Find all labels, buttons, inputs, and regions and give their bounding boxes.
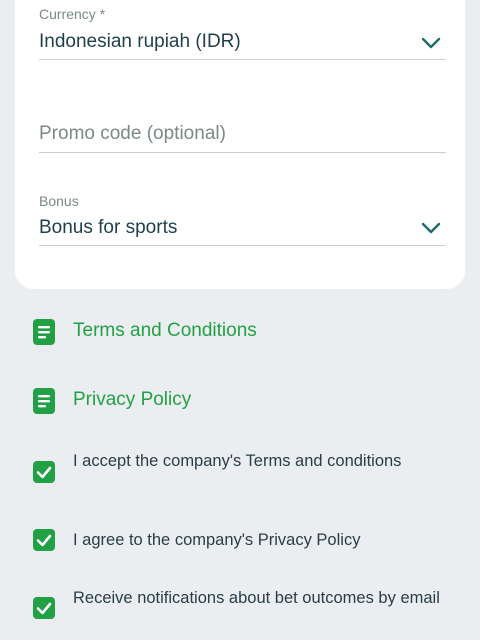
email-notifications-label: Receive notifications about bet outcomes… bbox=[73, 589, 440, 607]
currency-label: Currency * bbox=[39, 6, 106, 22]
chevron-down-icon[interactable] bbox=[421, 222, 441, 234]
agree-privacy-checkbox[interactable] bbox=[33, 529, 55, 551]
agree-privacy-checkbox-row[interactable]: I agree to the company's Privacy Policy bbox=[33, 529, 453, 551]
email-notifications-checkbox-row[interactable]: Receive notifications about bet outcomes… bbox=[33, 587, 453, 631]
bonus-label: Bonus bbox=[39, 193, 79, 209]
currency-value: Indonesian rupiah (IDR) bbox=[39, 31, 241, 52]
terms-link-label[interactable]: Terms and Conditions bbox=[73, 320, 257, 342]
chevron-down-icon[interactable] bbox=[421, 37, 441, 49]
accept-terms-checkbox-row[interactable]: I accept the company's Terms and conditi… bbox=[33, 450, 453, 494]
checkmark-icon bbox=[36, 466, 52, 479]
promo-code-field[interactable]: Promo code (optional) bbox=[39, 115, 446, 153]
document-icon bbox=[33, 319, 55, 345]
agree-privacy-label: I agree to the company's Privacy Policy bbox=[73, 531, 361, 549]
promo-code-placeholder: Promo code (optional) bbox=[39, 123, 226, 144]
document-icon bbox=[33, 388, 55, 414]
checkmark-icon bbox=[36, 534, 52, 547]
accept-terms-checkbox[interactable] bbox=[33, 461, 55, 483]
terms-link[interactable]: Terms and Conditions bbox=[33, 318, 453, 346]
checkmark-icon bbox=[36, 602, 52, 615]
currency-select[interactable]: Currency * Indonesian rupiah (IDR) bbox=[39, 2, 446, 60]
privacy-link-label[interactable]: Privacy Policy bbox=[73, 389, 191, 411]
privacy-link[interactable]: Privacy Policy bbox=[33, 387, 453, 415]
bonus-value: Bonus for sports bbox=[39, 217, 178, 238]
email-notifications-checkbox[interactable] bbox=[33, 597, 55, 619]
accept-terms-label: I accept the company's Terms and conditi… bbox=[73, 452, 402, 470]
bonus-select[interactable]: Bonus Bonus for sports bbox=[39, 188, 446, 246]
